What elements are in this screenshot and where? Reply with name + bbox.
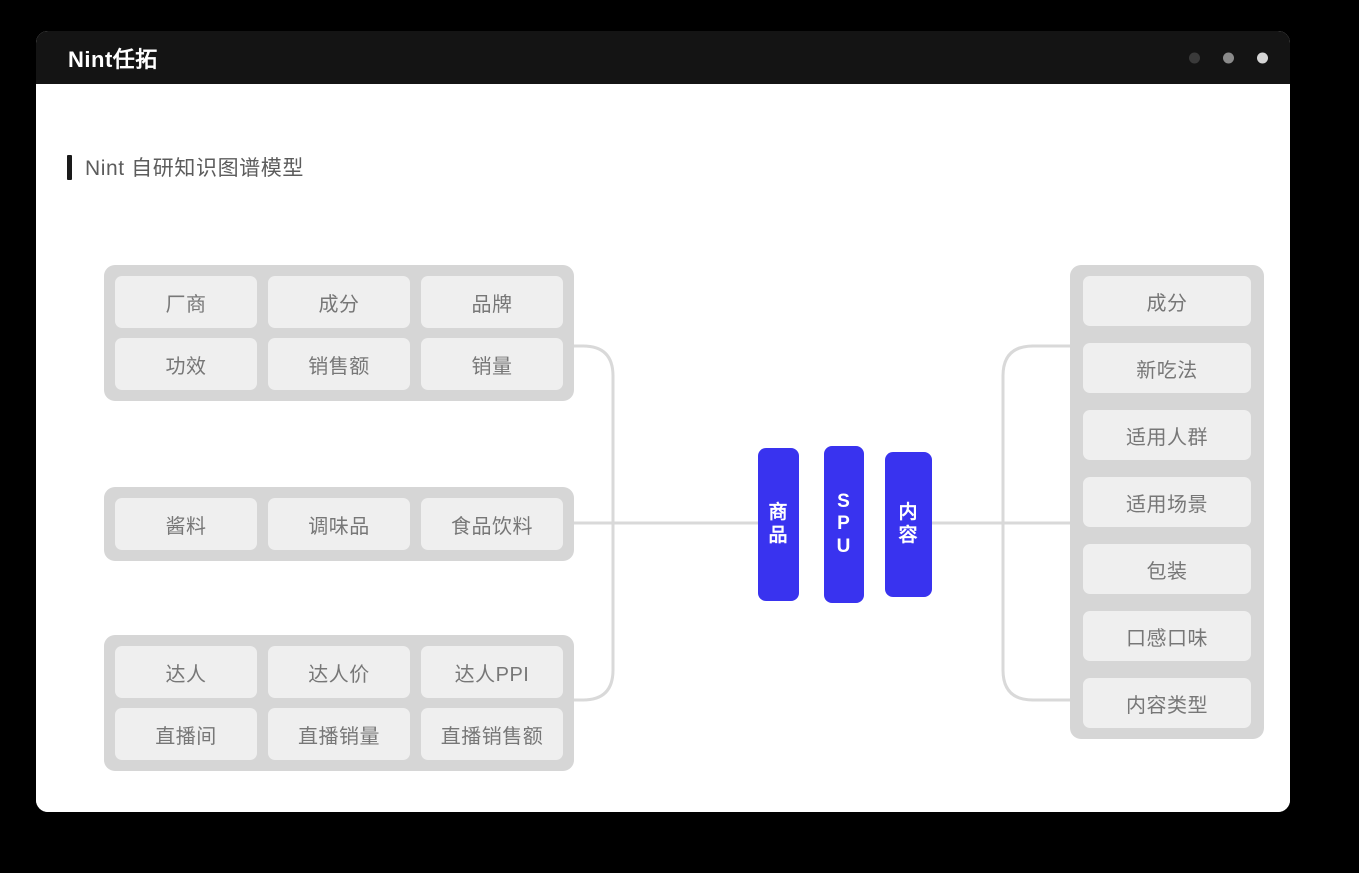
chip-target-audience[interactable]: 适用人群 <box>1083 410 1251 460</box>
page-canvas: Nint 自研知识图谱模型 厂商 成分 品牌 功效 销售额 销量 酱料 调味品 … <box>36 84 1290 812</box>
chip-live-room[interactable]: 直播间 <box>115 708 257 760</box>
chip-food-beverage[interactable]: 食品饮料 <box>421 498 563 550</box>
window-dot-dark[interactable] <box>1189 52 1200 63</box>
knowledge-graph-diagram: 厂商 成分 品牌 功效 销售额 销量 酱料 调味品 食品饮料 达人 达人价 达人… <box>36 84 1290 812</box>
chip-sales-amount[interactable]: 销售额 <box>268 338 410 390</box>
node-spu[interactable]: S P U <box>824 446 864 603</box>
chip-ingredient[interactable]: 成分 <box>268 276 410 328</box>
chip-content-type[interactable]: 内容类型 <box>1083 678 1251 728</box>
chip-kol-ppi[interactable]: 达人PPI <box>421 646 563 698</box>
group-row: 达人 达人价 达人PPI <box>115 646 563 698</box>
node-product[interactable]: 商 品 <box>758 448 799 601</box>
window-titlebar: Nint任拓 <box>36 31 1290 84</box>
chip-efficacy[interactable]: 功效 <box>115 338 257 390</box>
group-row: 酱料 调味品 食品饮料 <box>115 498 563 550</box>
group-product-attributes: 厂商 成分 品牌 功效 销售额 销量 <box>104 265 574 401</box>
node-product-char: 商 <box>768 502 789 524</box>
group-row: 功效 销售额 销量 <box>115 338 563 390</box>
node-product-label: 商 品 <box>768 502 788 547</box>
chip-live-sales-amount[interactable]: 直播销售额 <box>421 708 563 760</box>
window-controls[interactable] <box>1189 52 1268 63</box>
node-content-char: 容 <box>898 524 919 546</box>
node-product-char: 品 <box>768 524 789 546</box>
node-spu-char: U <box>836 535 852 557</box>
app-window: Nint任拓 Nint 自研知识图谱模型 厂商 成分 品牌 功效 销售额 销量 … <box>36 31 1290 812</box>
chip-taste-flavor[interactable]: 口感口味 <box>1083 611 1251 661</box>
chip-kol[interactable]: 达人 <box>115 646 257 698</box>
node-content-label: 内 容 <box>898 502 918 547</box>
node-spu-char: S <box>837 490 851 512</box>
nint-logo: Nint任拓 <box>68 46 158 72</box>
node-spu-char: P <box>837 513 851 535</box>
screen-root: Nint任拓 Nint 自研知识图谱模型 厂商 成分 品牌 功效 销售额 销量 … <box>0 0 1359 873</box>
chip-use-scenario[interactable]: 适用场景 <box>1083 477 1251 527</box>
chip-packaging[interactable]: 包装 <box>1083 544 1251 594</box>
chip-brand[interactable]: 品牌 <box>421 276 563 328</box>
window-dot-light[interactable] <box>1257 52 1268 63</box>
panel-content-attributes: 成分 新吃法 适用人群 适用场景 包装 口感口味 内容类型 <box>1070 265 1264 739</box>
chip-sauce[interactable]: 酱料 <box>115 498 257 550</box>
chip-live-sales-volume[interactable]: 直播销量 <box>268 708 410 760</box>
chip-condiment[interactable]: 调味品 <box>268 498 410 550</box>
node-spu-label: S P U <box>837 491 852 558</box>
chip-sales-volume[interactable]: 销量 <box>421 338 563 390</box>
group-livestream-kol: 达人 达人价 达人PPI 直播间 直播销量 直播销售额 <box>104 635 574 771</box>
node-content-char: 内 <box>898 502 919 524</box>
group-category: 酱料 调味品 食品饮料 <box>104 487 574 561</box>
chip-manufacturer[interactable]: 厂商 <box>115 276 257 328</box>
window-dot-mid[interactable] <box>1223 52 1234 63</box>
chip-ingredient-right[interactable]: 成分 <box>1083 276 1251 326</box>
chip-new-recipe[interactable]: 新吃法 <box>1083 343 1251 393</box>
group-row: 厂商 成分 品牌 <box>115 276 563 328</box>
node-content[interactable]: 内 容 <box>885 452 932 597</box>
chip-kol-price[interactable]: 达人价 <box>268 646 410 698</box>
group-row: 直播间 直播销量 直播销售额 <box>115 708 563 760</box>
